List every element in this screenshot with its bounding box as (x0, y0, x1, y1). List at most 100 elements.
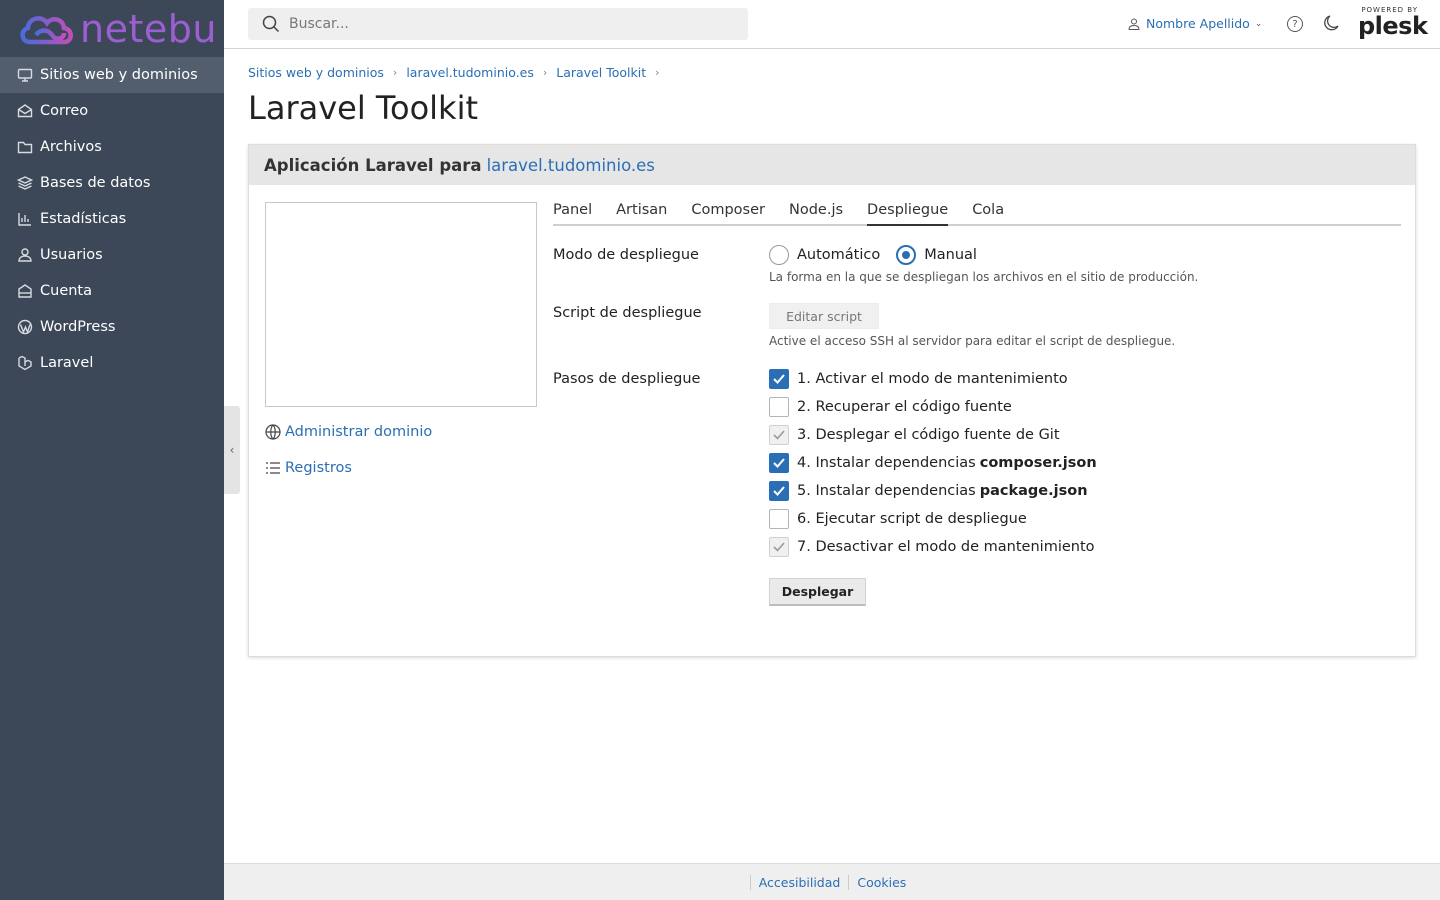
sidebar-item-label: Usuarios (40, 247, 103, 263)
tab-queue[interactable]: Cola (972, 202, 1004, 226)
deploy-step-row: 1. Activar el modo de mantenimiento (769, 369, 1068, 389)
tab-artisan[interactable]: Artisan (616, 202, 667, 226)
footer: Accesibilidad Cookies (224, 863, 1440, 900)
sidebar-item-label: Correo (40, 103, 89, 119)
step-1-checkbox[interactable] (769, 369, 789, 389)
deploy-button[interactable]: Desplegar (769, 578, 866, 606)
moon-icon[interactable] (1324, 14, 1340, 36)
database-icon (17, 175, 33, 191)
breadcrumb-link[interactable]: laravel.tudominio.es (406, 65, 534, 80)
sidebar-item-websites[interactable]: Sitios web y dominios (0, 57, 224, 93)
deploy-script-label: Script de despliegue (553, 305, 702, 321)
chevron-right-icon: › (392, 66, 398, 79)
sidebar-item-label: WordPress (40, 319, 116, 335)
step-2-label: 2. Recuperar el código fuente (797, 399, 1012, 415)
logs-link[interactable]: Registros (265, 460, 352, 476)
brand-logo[interactable]: netebu (0, 0, 224, 57)
chevron-down-icon: ⌄ (1254, 18, 1263, 29)
laravel-icon (17, 355, 33, 371)
sidebar-item-files[interactable]: Archivos (0, 129, 224, 165)
deploy-step-row: 5. Instalar dependencias package.json (769, 481, 1088, 501)
step-4-checkbox[interactable] (769, 453, 789, 473)
step-5-label: 5. Instalar dependencias (797, 483, 976, 499)
sidebar-item-users[interactable]: Usuarios (0, 237, 224, 273)
card-header: Aplicación Laravel para laravel.tudomini… (249, 145, 1415, 185)
step-5-file: package.json (979, 483, 1088, 499)
sidebar: netebu Sitios web y dominios Correo Arch… (0, 0, 224, 900)
tabs: Panel Artisan Composer Node.js Despliegu… (553, 202, 1401, 226)
radio-manual[interactable] (896, 245, 917, 265)
domain-link[interactable]: laravel.tudominio.es (487, 156, 655, 175)
search-box[interactable] (248, 8, 748, 40)
breadcrumb-link[interactable]: Sitios web y dominios (248, 65, 384, 80)
sidebar-item-label: Cuenta (40, 283, 92, 299)
tab-panel[interactable]: Panel (553, 202, 592, 226)
plesk-wordmark: plesk (1358, 12, 1428, 40)
sidebar-item-databases[interactable]: Bases de datos (0, 165, 224, 201)
sidebar-collapse-handle[interactable]: ‹ (224, 406, 240, 494)
user-menu[interactable]: Nombre Apellido ⌄ (1128, 16, 1262, 31)
site-preview (265, 202, 537, 407)
sidebar-item-laravel[interactable]: Laravel (0, 345, 224, 381)
plesk-logo[interactable]: POWERED BY plesk (1358, 6, 1428, 40)
chevron-right-icon: › (655, 66, 660, 79)
step-2-checkbox[interactable] (769, 397, 789, 417)
sidebar-item-label: Archivos (40, 139, 102, 155)
wordpress-icon (17, 319, 33, 335)
deploy-mode-radios: Automático Manual (769, 245, 977, 265)
breadcrumb: Sitios web y dominios › laravel.tudomini… (248, 65, 669, 80)
manage-domain-link[interactable]: Administrar dominio (265, 424, 432, 440)
accessibility-link[interactable]: Accesibilidad (749, 874, 849, 890)
step-3-label: 3. Desplegar el código fuente de Git (797, 427, 1060, 443)
step-4-label: 4. Instalar dependencias (797, 455, 976, 471)
topbar: Nombre Apellido ⌄ ? POWERED BY plesk (224, 0, 1440, 49)
deploy-script-hint: Active el acceso SSH al servidor para ed… (769, 334, 1176, 348)
cookies-link[interactable]: Cookies (848, 874, 914, 890)
step-6-checkbox[interactable] (769, 509, 789, 529)
list-icon (266, 462, 280, 474)
step-6-label: 6. Ejecutar script de despliegue (797, 511, 1027, 527)
sidebar-item-label: Bases de datos (40, 175, 151, 191)
radio-manual-label: Manual (924, 247, 977, 263)
sidebar-item-label: Sitios web y dominios (40, 67, 198, 83)
edit-script-button: Editar script (769, 303, 879, 329)
deploy-mode-label: Modo de despliegue (553, 247, 699, 263)
chevron-right-icon: › (542, 66, 548, 79)
sidebar-item-statistics[interactable]: Estadísticas (0, 201, 224, 237)
deploy-step-row: 2. Recuperar el código fuente (769, 397, 1012, 417)
cloud-logo-icon (20, 15, 73, 44)
account-icon (17, 283, 33, 299)
tab-deployment[interactable]: Despliegue (867, 202, 949, 226)
step-7-label: 7. Desactivar el modo de mantenimiento (797, 539, 1095, 555)
deploy-step-row: 7. Desactivar el modo de mantenimiento (769, 537, 1095, 557)
deploy-step-row: 3. Desplegar el código fuente de Git (769, 425, 1060, 445)
tab-composer[interactable]: Composer (691, 202, 765, 226)
deploy-steps-label: Pasos de despliegue (553, 371, 701, 387)
deploy-mode-hint: La forma en la que se despliegan los arc… (769, 270, 1199, 284)
sidebar-item-account[interactable]: Cuenta (0, 273, 224, 309)
step-1-label: 1. Activar el modo de mantenimiento (797, 371, 1068, 387)
user-icon (1128, 18, 1140, 30)
breadcrumb-link[interactable]: Laravel Toolkit (556, 65, 646, 80)
step-7-checkbox (769, 537, 789, 557)
search-input[interactable] (289, 16, 729, 32)
monitor-icon (17, 67, 33, 83)
step-5-checkbox[interactable] (769, 481, 789, 501)
chart-icon (17, 211, 33, 227)
chevron-left-icon: ‹ (229, 443, 235, 457)
card-title: Aplicación Laravel para (264, 155, 482, 175)
search-icon (262, 15, 280, 33)
sidebar-item-label: Laravel (40, 355, 94, 371)
deploy-step-row: 4. Instalar dependencias composer.json (769, 453, 1097, 473)
tab-nodejs[interactable]: Node.js (789, 202, 843, 226)
sidebar-item-label: Estadísticas (40, 211, 127, 227)
sidebar-item-mail[interactable]: Correo (0, 93, 224, 129)
help-icon[interactable]: ? (1287, 16, 1303, 32)
laravel-app-card: Aplicación Laravel para laravel.tudomini… (248, 144, 1416, 657)
sidebar-item-wordpress[interactable]: WordPress (0, 309, 224, 345)
radio-automatic[interactable] (769, 245, 789, 265)
mail-icon (17, 103, 33, 119)
deploy-step-row: 6. Ejecutar script de despliegue (769, 509, 1027, 529)
step-4-file: composer.json (979, 455, 1097, 471)
radio-automatic-label: Automático (797, 247, 881, 263)
